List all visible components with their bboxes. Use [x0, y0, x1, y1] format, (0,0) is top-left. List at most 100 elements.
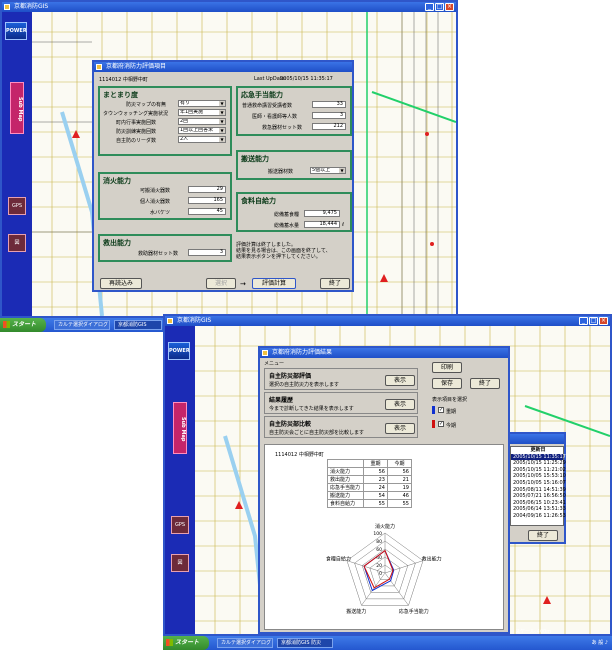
left-toolbar: POWER Sub Map GPS 図 [2, 12, 32, 316]
hazard-map-select[interactable]: 有り [178, 100, 226, 107]
score-table: 重期 今期 消火能力 56 56 救出能力 23 21 応急手当能力 24 19… [327, 459, 412, 508]
show-own-button[interactable]: 表示 [385, 375, 415, 386]
table-cell: 救出能力 [327, 475, 364, 484]
show-history-button[interactable]: 表示 [385, 399, 415, 410]
blue-series-checkbox[interactable]: ✓ [438, 407, 444, 413]
history-row[interactable]: 2005/10/05 15:53:10 [511, 473, 566, 480]
personal-extinguisher-input[interactable]: 165 [188, 197, 226, 204]
table-cell: 54 [363, 491, 388, 500]
row-label: 水バケツ [150, 210, 171, 216]
reload-button[interactable]: 再読込み [100, 278, 142, 289]
drill-count-select[interactable]: 1回以上回答未 [178, 127, 226, 134]
radar-spoke [361, 572, 386, 606]
power-button[interactable]: POWER [5, 22, 27, 40]
row-label: 防災訓練実施回数 [116, 129, 157, 135]
history-group: 結果履歴 今まで診断してきた結果を表示します 表示 [264, 392, 418, 414]
save-button[interactable]: 保存 [432, 378, 462, 389]
first-aid-kit-input[interactable]: 212 [312, 123, 346, 130]
taskbar-top: スタート カルテ選択ダイアログ 京都消防GIS [0, 318, 165, 332]
evaluation-items-dialog: 京都府消防力評価項目 1114012 中相野中町 Last UpDate: 20… [92, 60, 354, 292]
exit-button[interactable]: 終了 [320, 278, 350, 289]
table-header [327, 459, 364, 468]
medical-staff-input[interactable]: 3 [312, 112, 346, 119]
history-row[interactable]: 2005/07/21 16:56:50 [511, 493, 566, 500]
table-row: 応急手当能力 24 19 [327, 483, 412, 492]
town-events-select[interactable]: 2回 [178, 118, 226, 125]
row-label: タウンウォッチング実施状況 [103, 111, 169, 117]
group-title: 自主防災部比較 [269, 421, 312, 428]
history-row[interactable]: 2004/09/16 11:26:53 [511, 513, 566, 520]
start-button[interactable]: スタート [163, 636, 209, 650]
history-row[interactable]: 2005/06/15 10:23:41 [511, 500, 566, 507]
transport-gear-select[interactable]: 5個以上 [310, 167, 346, 174]
table-cell: 19 [387, 483, 412, 492]
history-row[interactable]: 2005/10/05 15:16:07 [511, 480, 566, 487]
exit-button[interactable]: 終了 [470, 378, 500, 389]
liter-unit: ℓ [342, 222, 345, 228]
history-row[interactable]: 2005/10/15 11:25:29 [511, 460, 566, 467]
table-cell: 23 [363, 475, 388, 484]
history-window: 更新日 2005/10/15 11:35:17 2005/10/15 11:25… [506, 432, 566, 544]
history-row[interactable]: 2005/10/15 11:21:02 [511, 467, 566, 474]
taskbar-item[interactable]: 京都消防GIS 防災 [277, 638, 333, 648]
town-watching-select[interactable]: 年1回実施 [178, 109, 226, 116]
table-cell: 46 [387, 491, 412, 500]
evaluate-button[interactable]: 評価計算 [252, 278, 296, 289]
map-tool-icon[interactable]: 図 [8, 234, 26, 252]
water-stock-input[interactable]: 18,444 [304, 221, 340, 228]
radar-axis-label: 消火能力 [375, 523, 395, 530]
gps-icon[interactable]: GPS [171, 516, 189, 534]
food-stock-input[interactable]: 9,475 [304, 210, 340, 217]
taskbar-item[interactable]: カルテ選択ダイアログ [217, 638, 273, 648]
taskbar-item[interactable]: カルテ選択ダイアログ [54, 320, 110, 330]
own-evaluation-group: 自主防災部評価 選択の自主防災力を表示します 表示 [264, 368, 418, 390]
taskbar-item[interactable]: 京都消防GIS [114, 320, 162, 330]
leader-count-select[interactable]: 2人 [178, 136, 226, 143]
close-button[interactable]: × [445, 3, 454, 11]
dialog-titlebar[interactable]: 京都府消防力評価項目 [94, 62, 352, 72]
table-row: 消火能力 56 56 [327, 467, 412, 476]
show-compare-button[interactable]: 表示 [385, 423, 415, 434]
history-titlebar[interactable] [508, 434, 564, 444]
red-series-checkbox[interactable]: ✓ [438, 421, 444, 427]
row-label: 自主防のリーダ数 [116, 138, 157, 144]
gps-icon[interactable]: GPS [8, 197, 26, 215]
window-titlebar[interactable]: 京都消防GIS _ □ × [165, 316, 610, 326]
map-tool-icon[interactable]: 図 [171, 554, 189, 572]
radar-axis-label: 救出能力 [422, 555, 442, 562]
rescue-kit-input[interactable]: 3 [188, 249, 226, 256]
hanso-panel: 搬送能力 搬送器材数 5個以上 [236, 150, 352, 180]
portable-extinguisher-input[interactable]: 29 [188, 186, 226, 193]
maximize-button[interactable]: □ [589, 317, 598, 325]
power-button[interactable]: POWER [168, 342, 190, 360]
window-titlebar[interactable]: 京都消防GIS _ □ × [2, 2, 456, 12]
app-icon [167, 318, 173, 324]
select-button[interactable]: 選択 [206, 278, 236, 289]
history-list[interactable]: 更新日 2005/10/15 11:35:17 2005/10/15 11:25… [510, 446, 566, 526]
start-button[interactable]: スタート [0, 318, 46, 332]
arrow-label: → [240, 280, 246, 288]
shokuryo-title: 食料自給力 [241, 197, 276, 205]
table-cell: 55 [363, 499, 388, 508]
dialog-titlebar[interactable]: 京都府消防力評価結果 [260, 348, 508, 358]
row-label: 防災マップの有無 [126, 102, 167, 108]
sub-map-button[interactable]: Sub Map [173, 402, 187, 454]
hanso-title: 搬送能力 [241, 155, 269, 163]
cpr-trained-input[interactable]: 33 [312, 101, 346, 108]
sub-map-button[interactable]: Sub Map [10, 82, 24, 134]
water-bucket-input[interactable]: 45 [188, 208, 226, 215]
status-message: 評価計算は終了しました。 結果を見る場合は、この画面を終了して、 結果表示ボタン… [236, 242, 331, 260]
dialog-title: 京都府消防力評価結果 [272, 349, 333, 356]
history-row[interactable]: 2005/08/11 14:51:39 [511, 487, 566, 494]
table-header: 重期 [363, 459, 388, 468]
close-button[interactable]: × [599, 317, 608, 325]
minimize-button[interactable]: _ [579, 317, 588, 325]
history-row[interactable]: 2005/06/14 13:51:33 [511, 506, 566, 513]
row-label: 個人消火器数 [140, 199, 171, 205]
history-row[interactable]: 2005/10/15 11:35:17 [511, 453, 566, 461]
minimize-button[interactable]: _ [425, 3, 434, 11]
red-series-label: 今期 [446, 423, 457, 429]
maximize-button[interactable]: □ [435, 3, 444, 11]
print-button[interactable]: 印刷 [432, 362, 462, 373]
history-exit-button[interactable]: 終了 [528, 530, 558, 541]
